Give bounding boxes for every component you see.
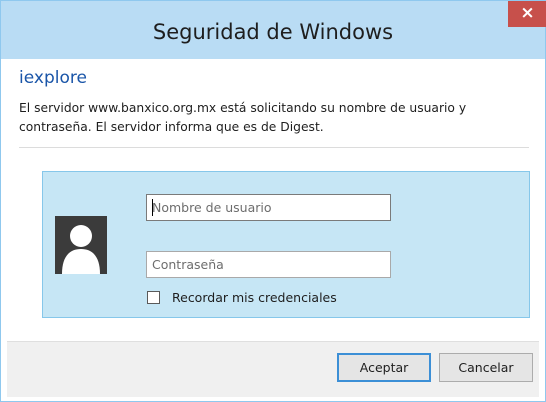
windows-security-dialog: Seguridad de Windows × iexplore El servi… [0,0,546,402]
password-input[interactable] [146,251,391,278]
dialog-content: iexplore El servidor www.banxico.org.mx … [7,59,539,341]
app-name: iexplore [19,68,87,88]
dialog-footer: Aceptar Cancelar [7,341,539,397]
ok-button[interactable]: Aceptar [337,353,431,382]
remember-label: Recordar mis credenciales [172,290,337,305]
text-cursor [152,199,153,216]
close-icon: × [520,3,535,23]
cancel-button[interactable]: Cancelar [439,353,533,382]
credential-tile[interactable]: Recordar mis credenciales [42,171,530,318]
server-message: El servidor www.banxico.org.mx está soli… [19,99,529,137]
title-bar: Seguridad de Windows × [1,1,546,59]
user-avatar-icon [55,216,107,274]
server-message-line-2: contraseña. El servidor informa que es d… [19,120,324,134]
username-input[interactable] [146,194,391,221]
close-button[interactable]: × [508,1,546,27]
dialog-title: Seguridad de Windows [152,20,394,44]
divider [19,147,529,148]
remember-checkbox[interactable] [147,291,160,304]
server-message-line-1: El servidor www.banxico.org.mx está soli… [19,101,467,115]
